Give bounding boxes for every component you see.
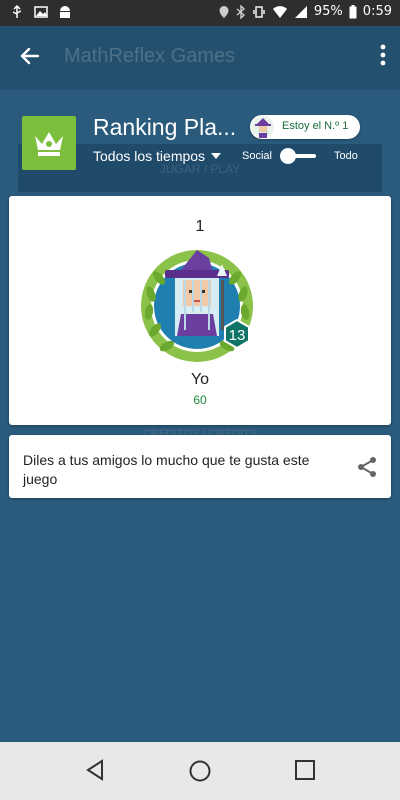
usb-icon [12,5,22,18]
app-bar: MathReflex Games [0,26,400,90]
battery-icon [349,4,357,18]
player-avatar: 13 [141,250,253,362]
share-text: Diles a tus amigos lo mucho que te gusta… [23,452,310,487]
time-filter-dropdown[interactable]: Todos los tiempos [93,148,222,164]
app-title: MathReflex Games [64,45,236,67]
vibrate-icon [253,5,265,18]
player-level-badge: 13 [229,327,246,344]
my-rank-chip[interactable]: Estoy el N.º 1 [250,115,360,139]
player-avatar-mini [252,116,274,138]
location-icon [219,5,229,18]
system-nav-bar [0,742,400,800]
nav-home-icon[interactable] [188,759,212,783]
my-rank-label: Estoy el N.º 1 [282,120,349,132]
signal-icon [294,5,307,18]
share-icon[interactable] [355,455,379,479]
time-filter-label: Todos los tiempos [93,148,206,164]
leaderboard-entry-card[interactable]: 1 13 Yo 60 [9,196,391,425]
wifi-icon [272,5,287,18]
social-all-toggle[interactable] [280,148,318,164]
crown-icon [35,132,63,156]
android-icon [60,6,70,18]
battery-percent: 95% [313,4,343,19]
chevron-down-icon [211,153,222,159]
image-icon [34,6,48,18]
nav-recents-icon[interactable] [294,759,316,781]
status-bar: 95% 0:59 [0,0,400,26]
clock: 0:59 [362,4,392,19]
bluetooth-icon [236,4,245,19]
back-arrow-icon[interactable] [18,44,46,72]
leaderboard-crown-tile [22,116,76,170]
share-card[interactable]: Diles a tus amigos lo mucho que te gusta… [9,435,391,498]
more-vert-icon[interactable] [380,44,386,72]
ranking-title: Ranking Pla... [93,114,237,140]
player-rank: 1 [195,218,205,235]
player-score: 60 [193,393,207,407]
nav-back-icon[interactable] [84,759,106,781]
player-name: Yo [190,371,210,388]
toggle-knob [280,148,296,164]
toggle-left-label: Social [242,150,272,162]
toggle-right-label: Todo [334,150,358,162]
